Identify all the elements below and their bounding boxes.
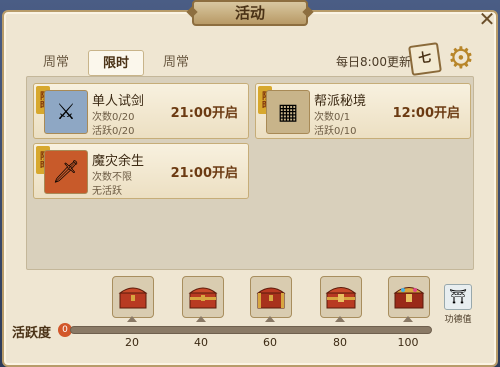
crossed-swords-icon: ⚔ (44, 90, 88, 134)
close-icon[interactable]: ✕ (476, 8, 498, 30)
reward-chests (112, 276, 432, 320)
milestone-label: 80 (333, 336, 347, 349)
tab-weekly-2[interactable]: 周常 (148, 50, 204, 76)
activity-points: 活跃0/20 (92, 126, 135, 137)
activity-progress-bar (70, 326, 432, 334)
refresh-time-text: 每日8:00更新 (336, 55, 411, 69)
chest-icon[interactable] (388, 276, 430, 318)
gear-icon[interactable]: ⚙ (446, 44, 476, 74)
activity-count: 次数不限 (92, 172, 132, 183)
chest-icon[interactable] (112, 276, 154, 318)
chest-icon[interactable] (182, 276, 224, 318)
incense-burner-icon: ⛩ (444, 284, 472, 310)
merit-label: 功德值 (444, 315, 472, 325)
chest-icon[interactable] (250, 276, 292, 318)
activity-card[interactable]: 限时 ⚔ 单人试剑 次数0/20 活跃0/20 21:00开启 (33, 83, 249, 139)
calendar-icon[interactable]: 七 (408, 42, 442, 76)
activity-card[interactable]: 限时 🗡 魔灾余生 次数不限 无活跃 21:00开启 (33, 143, 249, 199)
tab-limited[interactable]: 限时 (88, 50, 144, 76)
activity-count: 次数0/20 (92, 112, 135, 123)
tab-bar: 周常 限时 周常 (28, 50, 208, 78)
activity-label: 活跃度 (12, 326, 52, 341)
flame-sword-icon: 🗡 (44, 150, 88, 194)
milestone-marker (403, 316, 413, 322)
activity-count: 次数0/1 (314, 112, 351, 123)
milestone-marker (335, 316, 345, 322)
milestone-label: 100 (397, 336, 419, 349)
activity-open-time: 21:00开启 (170, 106, 238, 121)
milestone-marker (127, 316, 137, 322)
tab-weekly[interactable]: 周常 (28, 50, 84, 76)
activity-list: 限时 ⚔ 单人试剑 次数0/20 活跃0/20 21:00开启 限时 ▦ 帮派秘… (26, 76, 474, 270)
milestone-label: 40 (194, 336, 208, 349)
milestone-label: 60 (263, 336, 277, 349)
activity-card[interactable]: 限时 ▦ 帮派秘境 次数0/1 活跃0/10 12:00开启 (255, 83, 471, 139)
activity-points: 无活跃 (92, 186, 122, 197)
activity-name: 单人试剑 (92, 94, 145, 109)
merit-button[interactable]: ⛩ 功德值 (440, 284, 476, 325)
map-scroll-icon: ▦ (266, 90, 310, 134)
activity-name: 帮派秘境 (314, 94, 367, 109)
chest-icon[interactable] (320, 276, 362, 318)
activity-points: 活跃0/10 (314, 126, 357, 137)
milestone-marker (265, 316, 275, 322)
activity-name: 魔灾余生 (92, 154, 145, 169)
milestone-marker (196, 316, 206, 322)
window-title: 活动 (192, 0, 308, 26)
activity-open-time: 21:00开启 (170, 166, 238, 181)
milestone-label: 20 (125, 336, 139, 349)
activity-open-time: 12:00开启 (392, 106, 460, 121)
